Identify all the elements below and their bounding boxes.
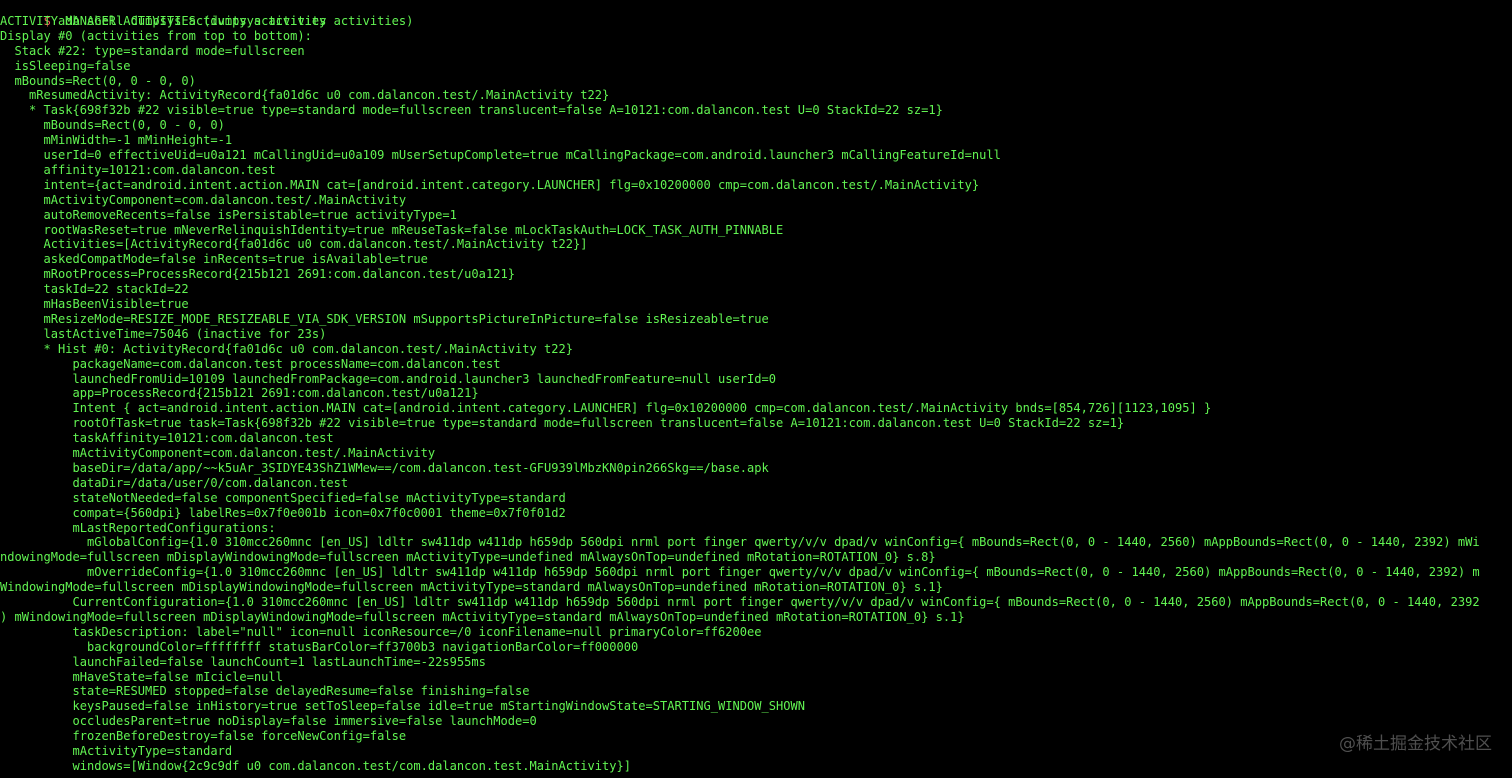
output-line: mOverrideConfig={1.0 310mcc260mnc [en_US…: [0, 565, 1480, 580]
output-line: mActivityComponent=com.dalancon.test/.Ma…: [0, 192, 407, 207]
output-line: dataDir=/data/user/0/com.dalancon.test: [0, 475, 349, 490]
output-line: frozenBeforeDestroy=false forceNewConfig…: [0, 729, 407, 744]
output-line: taskDescription: label="null" icon=null …: [0, 624, 762, 639]
output-line: isSleeping=false: [0, 58, 131, 73]
output-line: autoRemoveRecents=false isPersistable=tr…: [0, 207, 457, 222]
output-line: lastActiveTime=75046 (inactive for 23s): [0, 326, 327, 341]
output-line: mBounds=Rect(0, 0 - 0, 0): [0, 73, 196, 88]
output-line: mResizeMode=RESIZE_MODE_RESIZEABLE_VIA_S…: [0, 311, 769, 326]
output-line: compat={560dpi} labelRes=0x7f0e001b icon…: [0, 505, 566, 520]
output-line: taskId=22 stackId=22: [0, 282, 189, 297]
output-line: mHaveState=false mIcicle=null: [0, 669, 283, 684]
output-line: affinity=10121:com.dalancon.test: [0, 162, 276, 177]
output-line: ACTIVITY MANAGER ACTIVITIES (dumpsys act…: [0, 13, 414, 28]
output-line: ndowingMode=fullscreen mDisplayWindowing…: [0, 550, 936, 565]
output-line: mMinWidth=-1 mMinHeight=-1: [0, 133, 233, 148]
output-line: packageName=com.dalancon.test processNam…: [0, 356, 501, 371]
output-line: rootWasReset=true mNeverRelinquishIdenti…: [0, 222, 784, 237]
output-line: Display #0 (activities from top to botto…: [0, 28, 312, 43]
output-line: Stack #22: type=standard mode=fullscreen: [0, 43, 305, 58]
output-line: mActivityType=standard: [0, 744, 233, 758]
output-line: launchFailed=false launchCount=1 lastLau…: [0, 654, 486, 669]
output-line: occludesParent=true noDisplay=false imme…: [0, 714, 537, 729]
output-line: ) mWindowingMode=fullscreen mDisplayWind…: [0, 609, 965, 624]
output-line: mBounds=Rect(0, 0 - 0, 0): [0, 118, 225, 133]
output-line: mHasBeenVisible=true: [0, 297, 189, 311]
output-line: CurrentConfiguration={1.0 310mcc260mnc […: [0, 595, 1480, 609]
output-line: backgroundColor=ffffffff statusBarColor=…: [0, 639, 639, 654]
terminal-output: $ adb shell dumpsys activity activities …: [0, 0, 1512, 778]
terminal-window[interactable]: $ adb shell dumpsys activity activities …: [0, 0, 1512, 778]
output-line: * Hist #0: ActivityRecord{fa01d6c u0 com…: [0, 341, 573, 356]
output-line: launchedFromUid=10109 launchedFromPackag…: [0, 371, 777, 386]
output-line: rootOfTask=true task=Task{698f32b #22 vi…: [0, 416, 1125, 431]
command-line: $ adb shell dumpsys activity activities: [0, 0, 327, 28]
output-line: keysPaused=false inHistory=true setToSle…: [0, 699, 806, 714]
output-line: mRootProcess=ProcessRecord{215b121 2691:…: [0, 267, 515, 282]
output-line: askedCompatMode=false inRecents=true isA…: [0, 252, 428, 267]
output-line: mLastReportedConfigurations:: [0, 520, 276, 535]
output-line: mGlobalConfig={1.0 310mcc260mnc [en_US] …: [0, 535, 1480, 550]
output-line: intent={act=android.intent.action.MAIN c…: [0, 177, 980, 192]
output-line: baseDir=/data/app/~~k5uAr_3SIDYE43ShZ1WM…: [0, 460, 769, 475]
output-line: mActivityComponent=com.dalancon.test/.Ma…: [0, 446, 436, 460]
output-line: * Task{698f32b #22 visible=true type=sta…: [0, 103, 943, 118]
output-line: Intent { act=android.intent.action.MAIN …: [0, 401, 1212, 416]
output-line: stateNotNeeded=false componentSpecified=…: [0, 490, 566, 505]
output-line: mResumedActivity: ActivityRecord{fa01d6c…: [0, 88, 610, 103]
output-line: WindowingMode=fullscreen mDisplayWindowi…: [0, 580, 943, 595]
output-line: Activities=[ActivityRecord{fa01d6c u0 co…: [0, 237, 588, 252]
output-line: taskAffinity=10121:com.dalancon.test: [0, 431, 334, 446]
output-line: userId=0 effectiveUid=u0a121 mCallingUid…: [0, 148, 1001, 162]
output-line: windows=[Window{2c9c9df u0 com.dalancon.…: [0, 758, 631, 773]
watermark: @稀土掘金技术社区: [1339, 734, 1492, 754]
output-line: state=RESUMED stopped=false delayedResum…: [0, 684, 530, 699]
output-line: app=ProcessRecord{215b121 2691:com.dalan…: [0, 386, 479, 401]
